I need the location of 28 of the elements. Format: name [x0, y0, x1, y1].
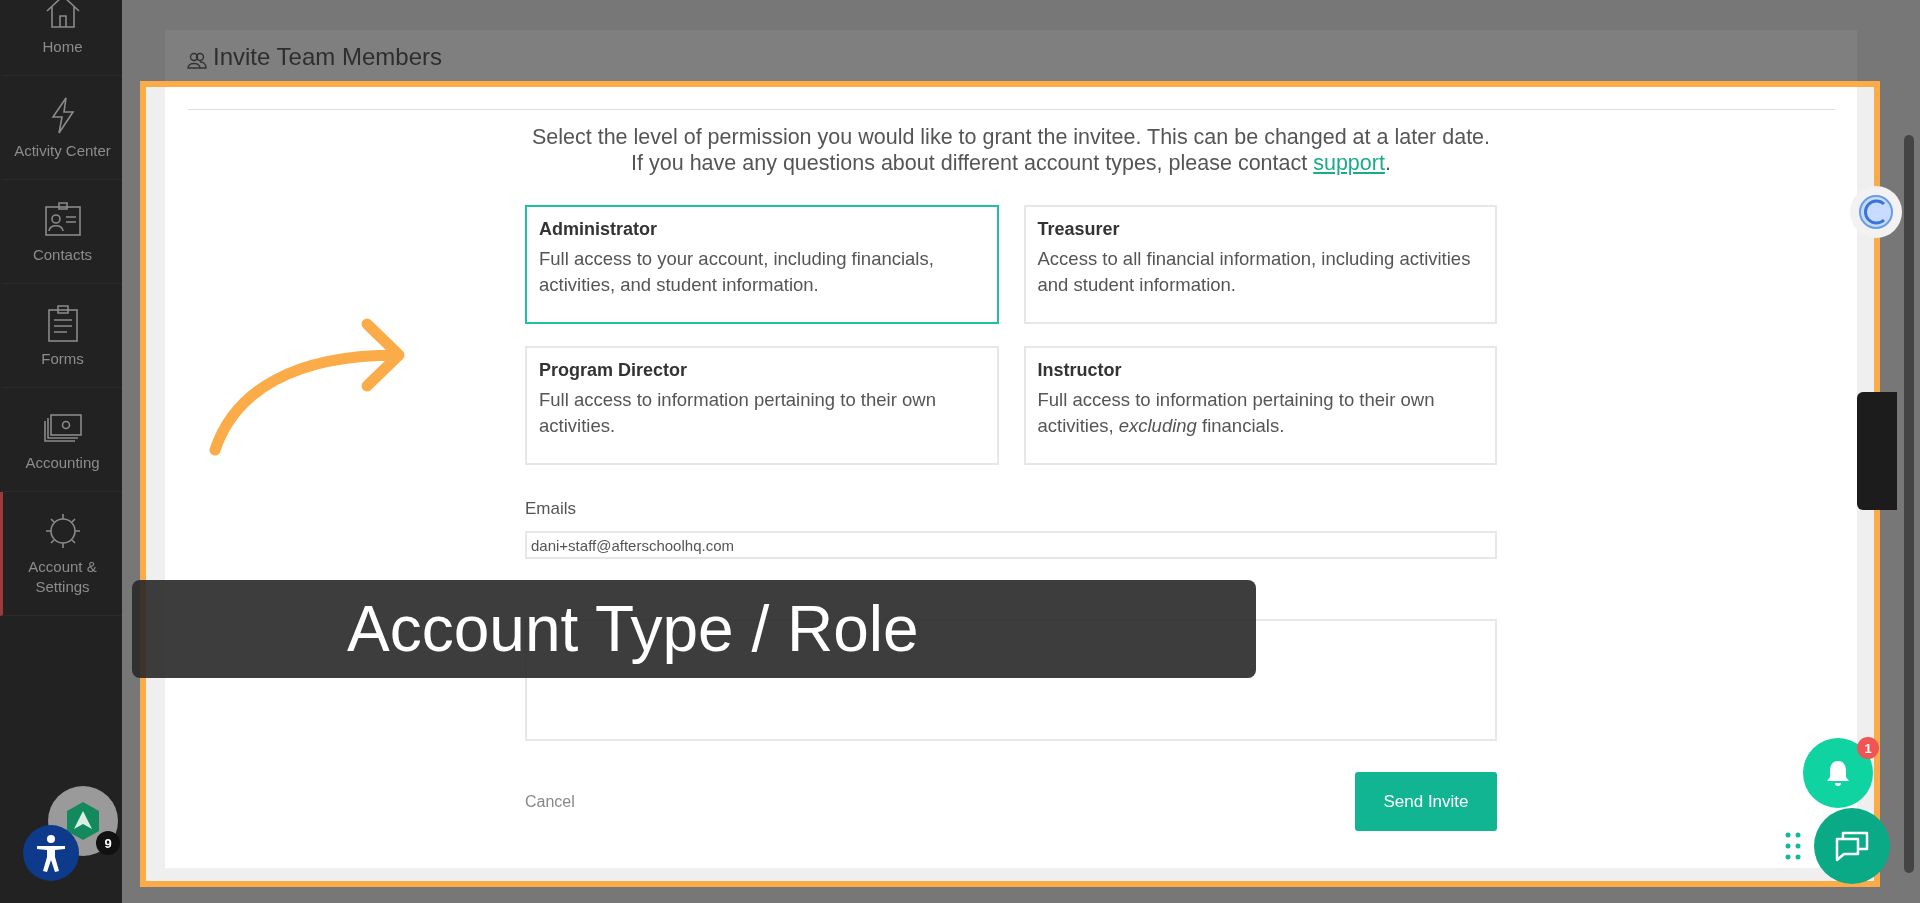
- role-description: Full access to information pertaining to their own activities.: [539, 388, 937, 438]
- role-title: Administrator: [539, 219, 658, 240]
- panel-title: Invite Team Members: [213, 43, 442, 71]
- role-title: Treasurer: [1037, 219, 1121, 240]
- chat-icon: [1834, 829, 1870, 863]
- caption-toast: Account Type / Role: [132, 580, 1256, 678]
- intro-text: Select the level of permission you would like to grant the invitee. This can be changed at a later date.: [530, 124, 1492, 150]
- role-card[interactable]: Treasurer Access to all financial information, including activities and student information.: [1023, 205, 1497, 324]
- emails-label: Emails: [525, 499, 577, 519]
- accessibility-icon: [34, 833, 68, 873]
- grip-icon[interactable]: [1785, 832, 1801, 860]
- bell-icon: [1825, 759, 1851, 787]
- support-link[interactable]: support: [1313, 151, 1385, 175]
- emails-field[interactable]: dani+staff@afterschoolhq.com: [525, 531, 1497, 559]
- role-title: Program Director: [539, 360, 689, 381]
- hexagon-logo-icon: [65, 801, 101, 841]
- users-icon: [187, 51, 207, 71]
- role-title: Instructor: [1037, 360, 1123, 381]
- role-card[interactable]: Instructor Full access to information pertaining to their own activities, excluding financials.: [1023, 346, 1497, 465]
- role-description: Full access to information pertaining to their own activities, excluding financials.: [1037, 388, 1436, 438]
- role-description: Access to all financial information, including activities and student information.: [1037, 247, 1472, 297]
- intro-text: If you have any questions about different account types, please contact support.: [630, 150, 1392, 176]
- role-card[interactable]: Administrator Full access to your account, including financials, activities, and student information.: [525, 205, 999, 324]
- send-invite-button[interactable]: Send Invite: [1355, 772, 1497, 831]
- scrollbar[interactable]: [1904, 135, 1914, 873]
- cancel-button[interactable]: Cancel: [525, 792, 575, 811]
- role-description: Full access to your account, including financials, activities, and student information.: [539, 247, 935, 297]
- role-card[interactable]: Program Director Full access to information pertaining to their own activities.: [525, 346, 999, 465]
